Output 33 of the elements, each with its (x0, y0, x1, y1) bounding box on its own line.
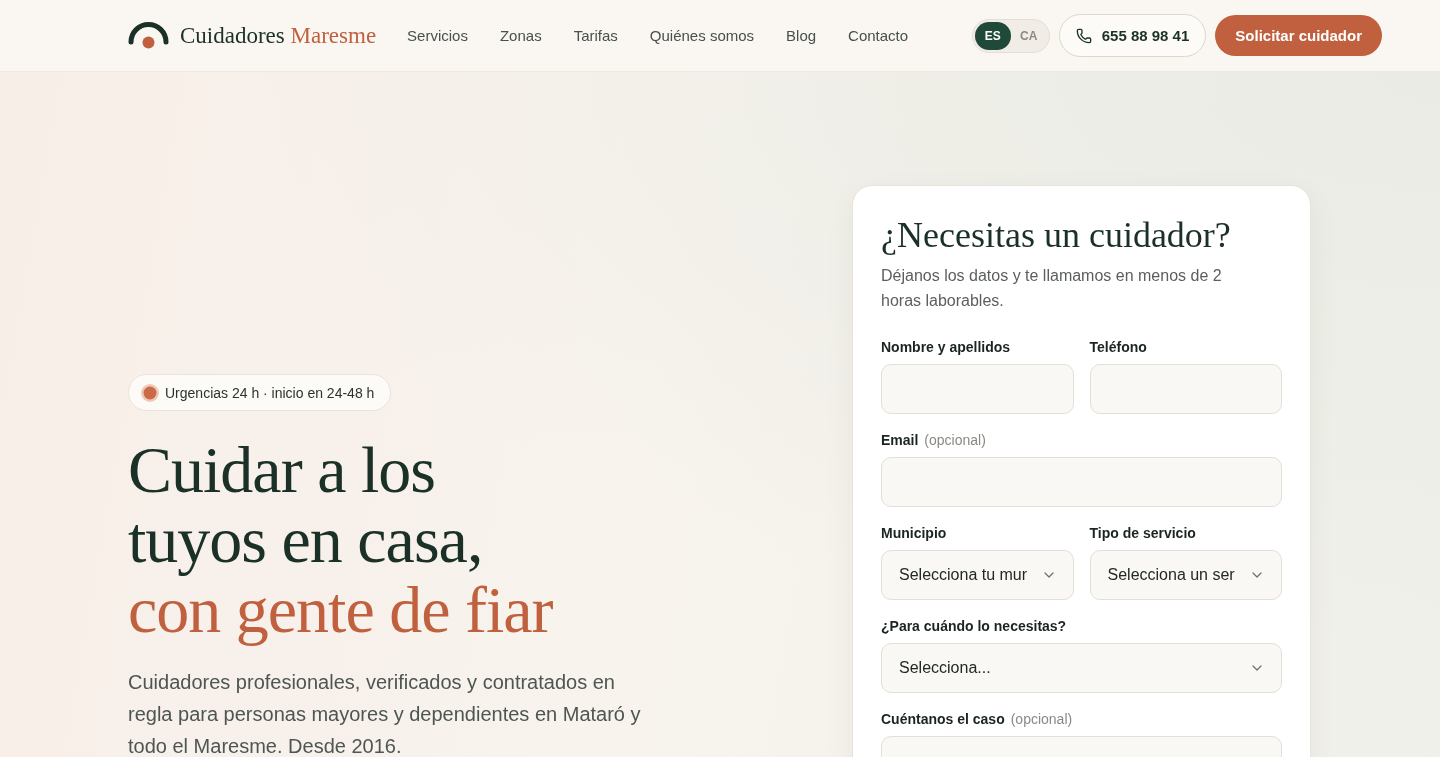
input-field[interactable] (881, 364, 1074, 414)
field-label: Tipo de servicio (1089, 525, 1196, 542)
field-label: Email (881, 432, 919, 449)
nav-link[interactable]: Servicios (407, 27, 468, 44)
input-field[interactable] (1089, 364, 1282, 414)
phone-button[interactable]: 655 88 98 41 (1058, 14, 1207, 57)
nav-link[interactable]: Tarifas (573, 27, 618, 44)
badge-text: Urgencias 24 h · inicio en 24-48 h (165, 384, 375, 401)
input-field[interactable] (881, 457, 1282, 507)
optional-note: (opcional) (1010, 711, 1073, 728)
select-field[interactable]: Selecciona... (881, 643, 1282, 693)
field-label: Teléfono (1089, 339, 1147, 356)
field-label: ¿Para cuándo lo necesitas? (881, 618, 1067, 635)
field-label: Nombre y apellidos (881, 339, 1011, 356)
select-field[interactable]: Selecciona tu mur (881, 550, 1074, 600)
phone-icon (1075, 27, 1092, 44)
status-dot-icon (141, 383, 159, 402)
arch-logo-icon[interactable] (128, 22, 169, 49)
form-title: ¿Necesitas un cuidador? (881, 214, 1232, 257)
field-label: Municipio (881, 525, 947, 542)
nav-link[interactable]: Blog (786, 27, 817, 44)
field-label: Cuéntanos el caso (881, 711, 1005, 728)
select-field[interactable]: Selecciona un ser (1089, 550, 1282, 600)
form-subtitle: Déjanos los datos y te llamamos en menos de 2 horas laborables. (881, 266, 1223, 311)
hero-headline: Cuidar a los tuyos en casa, con gente de fiar (128, 435, 553, 645)
hero-description: Cuidadores profesionales, verificados y contratados en regla para personas mayores y dependientes en Mataró y todo el Maresme. Desde 2016. (128, 670, 642, 757)
brand-name[interactable]: Cuidadores Maresme (180, 22, 377, 49)
request-caregiver-button[interactable]: Solicitar cuidador (1215, 15, 1382, 56)
nav-link[interactable]: Quiénes somos (649, 27, 755, 44)
optional-note: (opcional) (924, 432, 986, 449)
nav-link[interactable]: Zonas (499, 27, 542, 44)
nav-link[interactable]: Contacto (848, 27, 909, 44)
language-option[interactable]: ES (974, 21, 1011, 50)
